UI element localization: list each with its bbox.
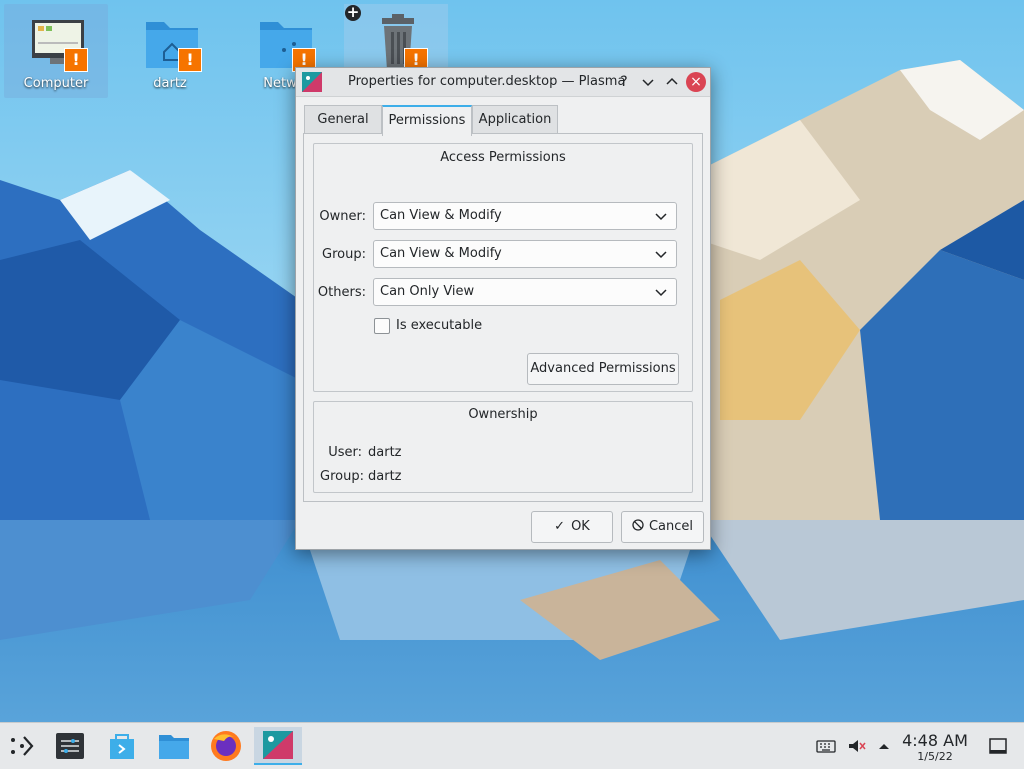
help-button[interactable]: ?	[614, 72, 634, 92]
icon-label: Computer	[23, 76, 89, 91]
app-icon	[302, 72, 322, 92]
maximize-button[interactable]	[662, 72, 682, 92]
access-permissions-group: Access Permissions Owner: Can View & Mod…	[313, 143, 693, 392]
check-icon: ✓	[554, 519, 566, 534]
tab-application[interactable]: Application	[472, 105, 558, 134]
tab-label: General	[317, 112, 369, 127]
group-title: Ownership	[468, 407, 538, 422]
cancel-label: Cancel	[648, 519, 694, 534]
cancel-button[interactable]: Cancel	[621, 511, 704, 543]
user-label: User:	[328, 445, 362, 460]
system-settings-launcher[interactable]	[48, 727, 92, 765]
chevron-down-icon	[655, 213, 667, 221]
icon-label: dartz	[153, 76, 187, 91]
owner-permission-select[interactable]: Can View & Modify	[373, 202, 677, 230]
tab-permissions[interactable]: Permissions	[382, 105, 472, 136]
close-icon: ×	[690, 74, 702, 90]
cancel-icon	[632, 519, 644, 531]
chevron-down-icon	[655, 251, 667, 259]
others-permission-select[interactable]: Can Only View	[373, 278, 677, 306]
chevron-down-icon	[655, 289, 667, 297]
dialog-title: Properties for computer.desktop — Plasma	[348, 74, 626, 89]
tab-general[interactable]: General	[304, 105, 382, 134]
ok-button[interactable]: ✓ OK	[531, 511, 613, 543]
owner-group-value: dartz	[368, 469, 402, 484]
expand-tray-icon[interactable]	[874, 736, 894, 756]
dolphin-launcher[interactable]	[152, 727, 196, 765]
discover-launcher[interactable]	[100, 727, 144, 765]
advanced-permissions-button[interactable]: Advanced Permissions	[527, 353, 679, 385]
close-button[interactable]: ×	[686, 72, 706, 92]
show-desktop-icon[interactable]	[988, 736, 1008, 756]
volume-muted-icon[interactable]	[846, 736, 866, 756]
combo-value: Can View & Modify	[380, 208, 502, 223]
taskbar: 4:48 AM 1/5/22	[0, 722, 1024, 769]
group-permission-select[interactable]: Can View & Modify	[373, 240, 677, 268]
user-value: dartz	[368, 445, 402, 460]
owner-group-label: Group:	[320, 469, 364, 484]
combo-value: Can View & Modify	[380, 246, 502, 261]
desktop-icon-home[interactable]: ! dartz	[118, 4, 222, 98]
properties-window-task[interactable]	[254, 727, 302, 765]
firefox-icon	[211, 731, 241, 761]
clock-time[interactable]: 4:48 AM	[894, 731, 976, 750]
executable-checkbox[interactable]	[374, 318, 390, 334]
warning-badge: !	[64, 48, 88, 72]
others-label: Others:	[317, 285, 366, 300]
minimize-button[interactable]	[638, 72, 658, 92]
application-launcher-icon	[11, 736, 34, 756]
owner-label: Owner:	[319, 209, 366, 224]
group-label: Group:	[322, 247, 366, 262]
dolphin-icon	[159, 735, 189, 759]
clock-date[interactable]: 1/5/22	[894, 750, 976, 763]
executable-label[interactable]: Is executable	[396, 318, 482, 333]
dialog-titlebar[interactable]: Properties for computer.desktop — Plasma…	[296, 68, 710, 97]
keyboard-icon[interactable]	[816, 736, 836, 756]
chevron-up-icon	[666, 77, 678, 85]
system-settings-icon	[56, 733, 84, 759]
properties-window-icon	[263, 731, 293, 759]
discover-icon	[110, 734, 134, 759]
group-title: Access Permissions	[440, 150, 566, 165]
add-icon[interactable]: +	[345, 5, 361, 21]
firefox-launcher[interactable]	[204, 727, 248, 765]
permissions-panel: Access Permissions Owner: Can View & Mod…	[303, 133, 703, 502]
warning-badge: !	[178, 48, 202, 72]
properties-dialog: Properties for computer.desktop — Plasma…	[295, 67, 711, 550]
ok-label: OK	[571, 519, 590, 534]
combo-value: Can Only View	[380, 284, 475, 299]
chevron-down-icon	[642, 79, 654, 87]
desktop-icon-computer[interactable]: ! Computer	[4, 4, 108, 98]
tab-label: Application	[478, 112, 552, 127]
application-launcher[interactable]	[0, 727, 44, 765]
ownership-group: Ownership User: dartz Group: dartz	[313, 401, 693, 493]
tab-label: Permissions	[388, 113, 466, 128]
